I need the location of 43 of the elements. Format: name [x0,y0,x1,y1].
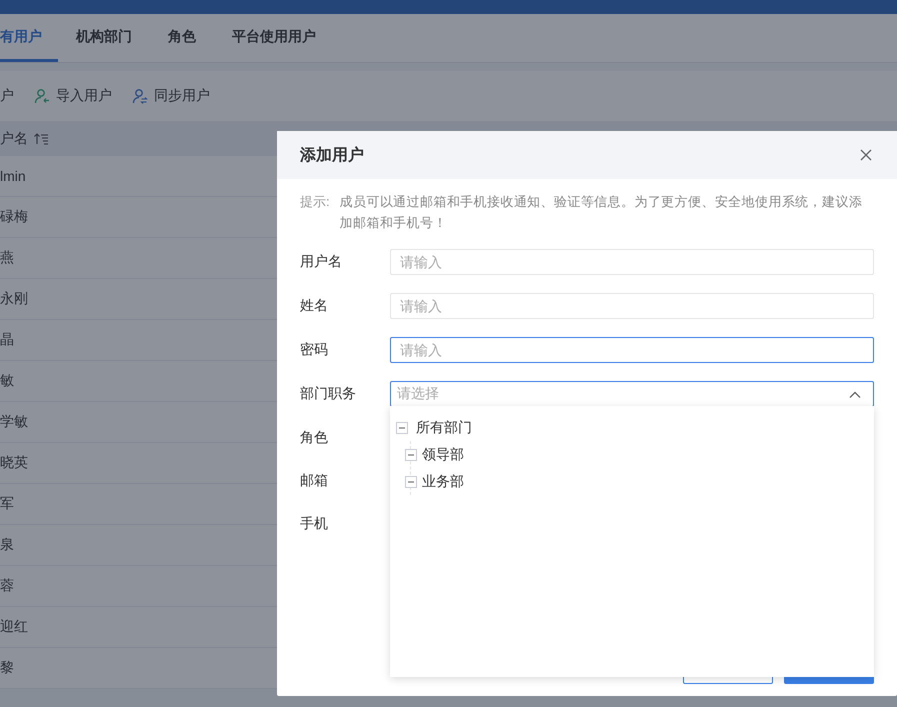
table-cell: 迎红 [0,618,28,634]
hint-text: 成员可以通过邮箱和手机接收通知、验证等信息。为了更方便、安全地使用系统，建议添加邮箱和手机号！ [340,193,864,232]
field-label: 用户名 [300,253,343,271]
toolbar-button[interactable]: 导入用户 [34,87,112,105]
table-cell: 晶 [0,331,14,347]
input-field[interactable]: 请输入 [390,337,874,363]
hint-label: 提示: [300,193,330,211]
user-add-icon [34,88,50,104]
field-label: 邮箱 [300,472,329,490]
column-header[interactable]: 户名 [0,130,28,148]
table-cell: 学敏 [0,413,28,429]
field-label: 手机 [300,514,329,532]
collapse-icon[interactable] [405,448,417,460]
table-cell: 泉 [0,536,14,552]
table-cell: lmin [0,168,26,184]
close-icon[interactable] [860,149,872,161]
field-label: 姓名 [300,297,329,315]
tab[interactable]: 有用户 [0,14,58,62]
table-cell: 黎 [0,659,14,675]
collapse-icon[interactable] [396,422,408,434]
toolbar-button[interactable]: 同步用户 [132,87,210,105]
tab[interactable]: 平台使用用户 [232,14,334,62]
tree-node[interactable]: 业务部 [422,472,464,490]
tree-node[interactable]: 领导部 [422,446,464,464]
user-sync-icon [132,88,148,104]
table-cell: 碌梅 [0,208,28,224]
table-cell: 军 [0,495,14,511]
tab[interactable]: 机构部门 [76,14,150,62]
tree-node[interactable]: 所有部门 [416,418,472,436]
collapse-icon[interactable] [405,476,417,488]
dialog-title: 添加用户 [300,145,364,166]
table-cell: 永刚 [0,290,28,306]
field-label: 部门职务 [300,385,357,403]
toolbar-button[interactable]: 户 [0,87,14,105]
table-cell: 晓英 [0,454,28,470]
field-label: 角色 [300,428,329,446]
table-cell: 燕 [0,249,14,265]
table-cell: 敏 [0,372,14,388]
field-label: 密码 [300,341,329,359]
caret-icon [849,390,861,398]
sort-icon[interactable] [34,132,48,144]
tab[interactable]: 角色 [168,14,214,62]
table-cell: 蓉 [0,577,14,593]
